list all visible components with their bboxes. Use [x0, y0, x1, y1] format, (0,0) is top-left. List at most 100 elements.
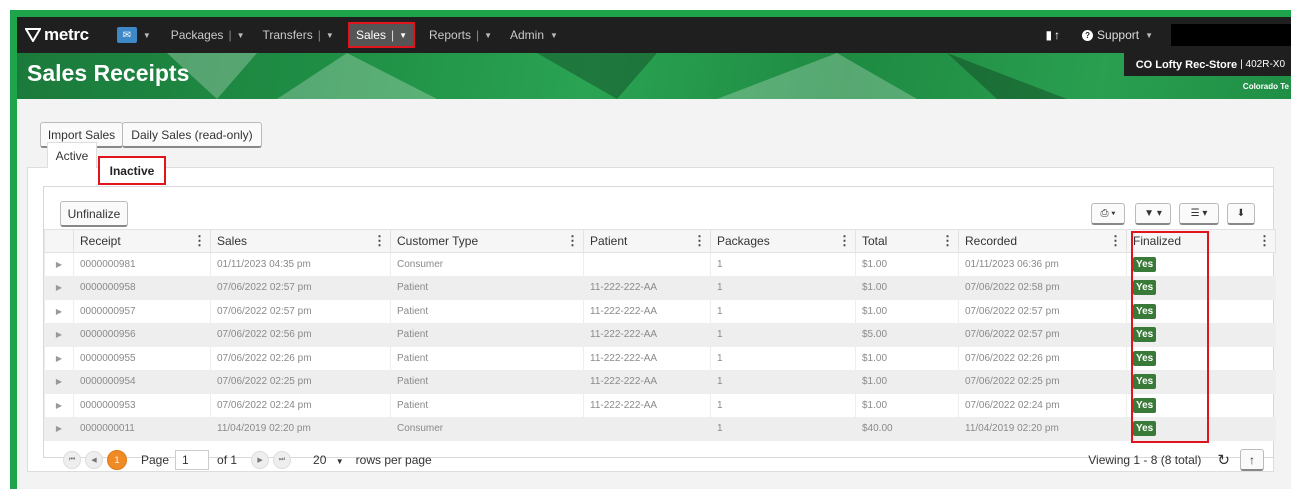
- column-menu-icon[interactable]: ⋮: [193, 233, 206, 249]
- table-row[interactable]: ▶ 0000000957 07/06/2022 02:57 pm Patient 11-…: [44, 299, 1276, 323]
- cell-finalized: Yes: [1126, 417, 1276, 441]
- cell-sales: 07/06/2022 02:24 pm: [210, 393, 391, 417]
- filter-button[interactable]: ▼ ▾: [1135, 203, 1171, 225]
- tab-inactive[interactable]: Inactive: [98, 156, 166, 185]
- upload-icon[interactable]: ↑: [1054, 28, 1060, 42]
- cell-customer-type: Patient: [390, 370, 584, 394]
- download-icon: ⬇: [1236, 208, 1246, 219]
- page-input[interactable]: 1: [175, 450, 210, 470]
- cell-sales: 01/11/2023 04:35 pm: [210, 252, 391, 276]
- page-header-banner: Sales Receipts CO Lofty Rec-Store | 402R…: [17, 53, 1291, 99]
- col-header-receipt[interactable]: Receipt ⋮: [73, 229, 211, 253]
- nav-reports[interactable]: Reports | ▼: [429, 17, 492, 53]
- row-expander-icon[interactable]: ▶: [44, 346, 74, 370]
- nav-support[interactable]: ? Support ▼: [1082, 17, 1153, 53]
- nav-sales[interactable]: Sales | ▼: [348, 22, 415, 48]
- finalized-badge: Yes: [1133, 303, 1157, 319]
- col-header-total[interactable]: Total ⋮: [855, 229, 959, 253]
- table-row[interactable]: ▶ 0000000955 07/06/2022 02:26 pm Patient 11-…: [44, 346, 1276, 370]
- refresh-icon[interactable]: ↻: [1217, 451, 1230, 469]
- top-edge: [0, 0, 1291, 10]
- metrc-logo[interactable]: metrc: [25, 25, 89, 45]
- cell-finalized: Yes: [1126, 252, 1276, 276]
- cell-recorded: 07/06/2022 02:58 pm: [958, 276, 1127, 300]
- row-expander-icon[interactable]: ▶: [44, 393, 74, 417]
- col-header-sales[interactable]: Sales ⋮: [210, 229, 391, 253]
- columns-button[interactable]: ☰ ▾: [1179, 203, 1219, 225]
- mail-dropdown-chevron-icon[interactable]: ▼: [143, 31, 151, 40]
- row-expander-icon[interactable]: ▶: [44, 252, 74, 276]
- facility-selector[interactable]: CO Lofty Rec-Store | 402R-X0: [1123, 53, 1291, 76]
- col-header-finalized[interactable]: Finalized ⋮: [1126, 229, 1276, 253]
- cell-receipt: 0000000955: [73, 346, 211, 370]
- cell-finalized: Yes: [1126, 276, 1276, 300]
- grid-toolbar: Unfinalize ⎙ ▾ ▼ ▾ ☰ ▾ ⬇: [44, 187, 1273, 227]
- last-page-icon[interactable]: ⏭: [273, 451, 292, 469]
- finalized-badge: Yes: [1133, 257, 1157, 272]
- row-expander-icon[interactable]: ▶: [44, 370, 74, 394]
- filter-icon: ▼ ▾: [1144, 208, 1162, 219]
- finalized-badge: Yes: [1133, 350, 1157, 366]
- cell-total: $1.00: [855, 276, 959, 300]
- col-header-recorded[interactable]: Recorded ⋮: [958, 229, 1127, 253]
- cell-sales: 07/06/2022 02:56 pm: [210, 323, 391, 347]
- col-header-packages[interactable]: Packages ⋮: [710, 229, 856, 253]
- table-row[interactable]: ▶ 0000000981 01/11/2023 04:35 pm Consumer 1 $…: [44, 252, 1276, 276]
- cell-receipt: 0000000954: [73, 370, 211, 394]
- print-button[interactable]: ⎙ ▾: [1091, 203, 1125, 225]
- table-row[interactable]: ▶ 0000000958 07/06/2022 02:57 pm Patient 11-…: [44, 276, 1276, 300]
- nav-transfers[interactable]: Transfers | ▼: [262, 17, 333, 53]
- row-expander-icon[interactable]: ▶: [44, 299, 74, 323]
- user-account-redacted[interactable]: [1171, 24, 1291, 46]
- column-menu-icon[interactable]: ⋮: [1109, 233, 1122, 249]
- column-menu-icon[interactable]: ⋮: [1258, 233, 1271, 249]
- cell-total: $5.00: [855, 323, 959, 347]
- cell-receipt: 0000000981: [73, 252, 211, 276]
- cell-patient: [583, 417, 711, 441]
- row-expander-icon[interactable]: ▶: [44, 323, 74, 347]
- row-expander-icon[interactable]: ▶: [44, 276, 74, 300]
- cell-total: $1.00: [855, 299, 959, 323]
- nav-admin[interactable]: Admin ▼: [510, 17, 558, 53]
- column-menu-icon[interactable]: ⋮: [941, 233, 954, 249]
- col-header-patient[interactable]: Patient ⋮: [583, 229, 711, 253]
- download-button[interactable]: ⬇: [1227, 203, 1255, 225]
- table-row[interactable]: ▶ 0000000954 07/06/2022 02:25 pm Patient 11-…: [44, 370, 1276, 394]
- cell-receipt: 0000000956: [73, 323, 211, 347]
- column-menu-icon[interactable]: ⋮: [566, 233, 579, 249]
- table-row[interactable]: ▶ 0000000011 11/04/2019 02:20 pm Consumer 1 $…: [44, 417, 1276, 441]
- rows-per-page-label: rows per page: [355, 453, 432, 467]
- rows-per-page-select[interactable]: 20 ▼: [313, 453, 344, 467]
- first-page-icon[interactable]: ⏮: [63, 451, 81, 469]
- column-menu-icon[interactable]: ⋮: [373, 233, 386, 249]
- facility-license: | 402R-X0: [1240, 59, 1285, 70]
- table-row[interactable]: ▶ 0000000956 07/06/2022 02:56 pm Patient 11-…: [44, 323, 1276, 347]
- daily-sales-button[interactable]: Daily Sales (read-only): [122, 122, 262, 148]
- nav-packages[interactable]: Packages | ▼: [171, 17, 245, 53]
- column-menu-icon[interactable]: ⋮: [838, 233, 851, 249]
- file-icon[interactable]: ▮: [1045, 28, 1052, 42]
- prev-page-icon[interactable]: ◀: [85, 451, 103, 469]
- chevron-down-icon: ▼: [236, 30, 245, 40]
- table-row[interactable]: ▶ 0000000953 07/06/2022 02:24 pm Patient 11-…: [44, 393, 1276, 417]
- finalized-badge: Yes: [1133, 327, 1157, 343]
- col-header-customer-type[interactable]: Customer Type ⋮: [390, 229, 584, 253]
- col-label: Finalized: [1133, 234, 1182, 248]
- nav-separator: |: [476, 28, 480, 42]
- cell-patient: 11-222-222-AA: [583, 370, 711, 394]
- row-expander-icon[interactable]: ▶: [44, 417, 74, 441]
- print-icon: ⎙ ▾: [1100, 208, 1116, 219]
- mail-icon[interactable]: ✉: [116, 27, 137, 43]
- column-menu-icon[interactable]: ⋮: [693, 233, 706, 249]
- current-page-badge[interactable]: 1: [107, 450, 127, 470]
- cell-recorded: 11/04/2019 02:20 pm: [958, 417, 1127, 441]
- cell-patient: 11-222-222-AA: [583, 393, 711, 417]
- next-page-icon[interactable]: ▶: [251, 451, 270, 469]
- cell-packages: 1: [710, 417, 856, 441]
- unfinalize-button[interactable]: Unfinalize: [60, 201, 128, 227]
- scroll-top-button[interactable]: ↑: [1240, 449, 1264, 471]
- cell-recorded: 07/06/2022 02:24 pm: [958, 393, 1127, 417]
- tab-active[interactable]: Active: [47, 142, 97, 168]
- col-label: Customer Type: [397, 234, 479, 248]
- banner-pattern: [167, 53, 1067, 99]
